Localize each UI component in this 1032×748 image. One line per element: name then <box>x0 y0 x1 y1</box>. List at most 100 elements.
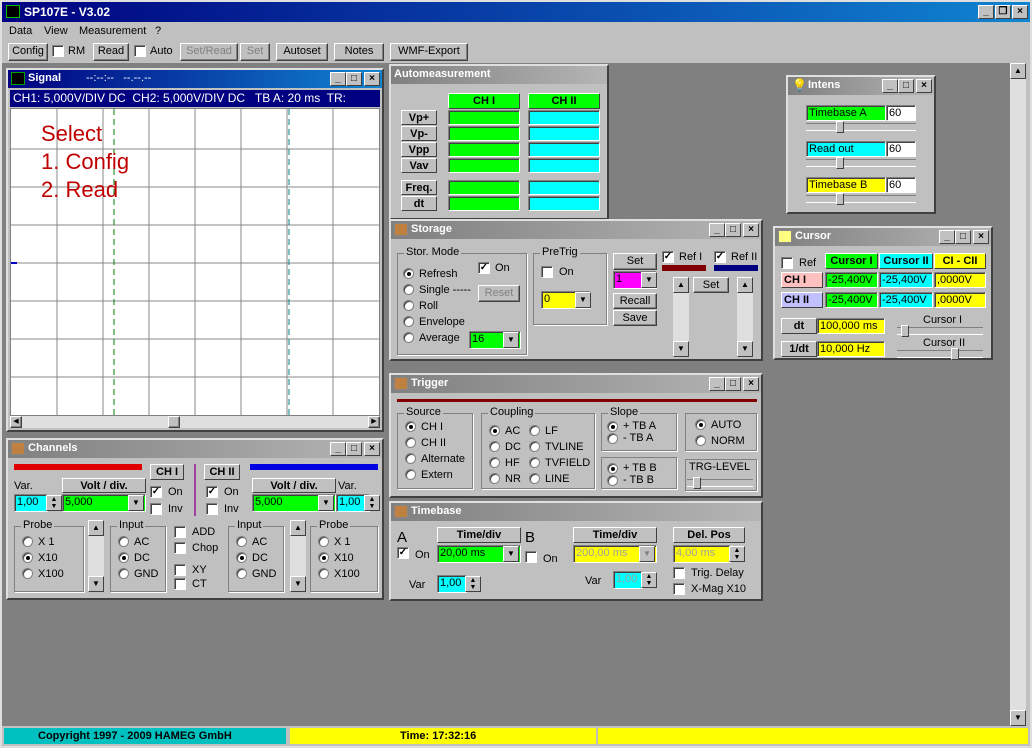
ch2-input-radio[interactable] <box>236 552 247 563</box>
ch2-var-spin-icon[interactable]: ▲ ▼ <box>364 495 380 511</box>
coupling-radio[interactable] <box>489 473 500 484</box>
ref1-scrollbar[interactable]: ▲ ▼ <box>673 277 689 357</box>
ref1-up-icon[interactable]: ▲ <box>673 277 689 293</box>
source-radio[interactable] <box>405 453 416 464</box>
menu-measurement[interactable]: Measurement <box>79 25 146 37</box>
signal-minimize-icon[interactable]: _ <box>330 72 346 86</box>
ch1-offset-scrollbar[interactable]: ▲ ▼ <box>88 520 104 592</box>
intens-value[interactable]: 60 <box>886 177 916 193</box>
timebase-b-var-spin-icon[interactable]: ▲ ▼ <box>641 572 657 588</box>
stor-mode-radio[interactable] <box>403 268 414 279</box>
cursor-ref-checkbox[interactable] <box>781 257 793 269</box>
ref-set-button[interactable]: Set <box>693 277 729 293</box>
intens-close-icon[interactable]: × <box>916 79 932 93</box>
recall-button[interactable]: Recall <box>613 293 657 309</box>
trigger-minimize-icon[interactable]: _ <box>709 377 725 391</box>
timebase-a-on-checkbox[interactable]: ✓ <box>397 547 409 559</box>
coupling-radio[interactable] <box>489 441 500 452</box>
close-icon[interactable]: × <box>1012 5 1028 19</box>
coupling-radio[interactable] <box>489 425 500 436</box>
signal-close-icon[interactable]: × <box>364 72 380 86</box>
scope-screen[interactable]: Select 1. Config 2. Read <box>10 108 380 416</box>
auto-checkbox[interactable] <box>134 45 146 57</box>
pretrig-dropdown-icon[interactable]: ▼ <box>575 292 591 308</box>
ref1-checkbox[interactable]: ✓ <box>662 251 674 263</box>
ref2-scrollbar[interactable]: ▲ ▼ <box>737 277 753 357</box>
ch2-offset-down-icon[interactable]: ▼ <box>290 576 306 592</box>
ch1-var-spin-icon[interactable]: ▲ ▼ <box>46 495 62 511</box>
slope-b-radio[interactable] <box>607 463 618 474</box>
cursor-close-icon[interactable]: × <box>973 230 989 244</box>
ch1-probe-radio[interactable] <box>22 552 33 563</box>
trig-delay-checkbox[interactable] <box>673 567 685 579</box>
del-pos-spinner[interactable]: 4,00 ms <box>673 545 731 563</box>
trigger-close-icon[interactable]: × <box>743 377 759 391</box>
ch2-on-checkbox[interactable]: ✓ <box>206 486 218 498</box>
channels-minimize-icon[interactable]: _ <box>330 442 346 456</box>
coupling-radio[interactable] <box>529 457 540 468</box>
read-button[interactable]: Read <box>93 43 129 61</box>
scroll-up-icon[interactable]: ▲ <box>1010 63 1026 79</box>
workspace-scrollbar[interactable]: ▲ ▼ <box>1010 63 1026 726</box>
intens-value[interactable]: 60 <box>886 105 916 121</box>
average-dropdown-icon[interactable]: ▼ <box>503 332 519 348</box>
autoset-button[interactable]: Autoset <box>276 43 328 61</box>
del-pos-spin-icon[interactable]: ▲ ▼ <box>729 546 745 562</box>
ch2-probe-radio[interactable] <box>318 536 329 547</box>
intens-minimize-icon[interactable]: _ <box>882 79 898 93</box>
trigger-maximize-icon[interactable]: □ <box>725 377 741 391</box>
ct-checkbox[interactable] <box>174 578 186 590</box>
slope-a-radio[interactable] <box>607 421 618 432</box>
storage-minimize-icon[interactable]: _ <box>709 223 725 237</box>
ref2-down-icon[interactable]: ▼ <box>737 341 753 357</box>
ch1-probe-radio[interactable] <box>22 568 33 579</box>
ch1-offset-down-icon[interactable]: ▼ <box>88 576 104 592</box>
signal-hscroll[interactable]: ◀ ▶ <box>10 416 380 428</box>
storage-maximize-icon[interactable]: □ <box>725 223 741 237</box>
stor-mode-radio[interactable] <box>403 300 414 311</box>
coupling-radio[interactable] <box>529 473 540 484</box>
ch2-offset-up-icon[interactable]: ▲ <box>290 520 306 536</box>
storage-set-button[interactable]: Set <box>613 253 657 270</box>
trigger-level-slider[interactable] <box>687 477 753 489</box>
slope-a-radio[interactable] <box>607 433 618 444</box>
ch2-probe-radio[interactable] <box>318 568 329 579</box>
ch1-on-checkbox[interactable]: ✓ <box>150 486 162 498</box>
source-radio[interactable] <box>405 421 416 432</box>
ref1-down-icon[interactable]: ▼ <box>673 341 689 357</box>
wmf-export-button[interactable]: WMF-Export <box>390 43 468 61</box>
channels-maximize-icon[interactable]: □ <box>346 442 362 456</box>
source-radio[interactable] <box>405 469 416 480</box>
cursor-maximize-icon[interactable]: □ <box>955 230 971 244</box>
intens-value[interactable]: 60 <box>886 141 916 157</box>
ch2-volt-dropdown-icon[interactable]: ▼ <box>318 495 334 511</box>
timebase-b-var-spinner[interactable]: 1,00 <box>613 571 643 589</box>
intens-slider[interactable] <box>806 157 916 169</box>
stor-mode-radio[interactable] <box>403 316 414 327</box>
coupling-radio[interactable] <box>529 425 540 436</box>
ref2-up-icon[interactable]: ▲ <box>737 277 753 293</box>
menu-help[interactable]: ? <box>155 25 161 37</box>
slope-b-radio[interactable] <box>607 475 618 486</box>
xy-checkbox[interactable] <box>174 564 186 576</box>
scroll-down-icon[interactable]: ▼ <box>1010 710 1026 726</box>
ch2-offset-scrollbar[interactable]: ▲ ▼ <box>290 520 306 592</box>
ch1-inv-checkbox[interactable] <box>150 503 162 515</box>
menu-data[interactable]: Data <box>9 25 32 37</box>
timebase-a-var-spinner[interactable]: 1,00 <box>437 575 467 593</box>
stor-mode-radio[interactable] <box>403 284 414 295</box>
storage-close-icon[interactable]: × <box>743 223 759 237</box>
coupling-radio[interactable] <box>489 457 500 468</box>
reset-button[interactable]: Reset <box>478 285 520 302</box>
ch1-probe-radio[interactable] <box>22 536 33 547</box>
signal-maximize-icon[interactable]: □ <box>346 72 362 86</box>
timebase-a-var-spin-icon[interactable]: ▲ ▼ <box>465 576 481 592</box>
rm-checkbox[interactable] <box>52 45 64 57</box>
add-checkbox[interactable] <box>174 526 186 538</box>
config-button[interactable]: Config <box>8 43 48 61</box>
restore-icon[interactable]: ❐ <box>995 5 1011 19</box>
timebase-a-dropdown-icon[interactable]: ▼ <box>503 546 519 562</box>
ch1-input-radio[interactable] <box>118 568 129 579</box>
save-button[interactable]: Save <box>613 310 657 326</box>
set-read-button[interactable]: Set/Read <box>180 43 238 61</box>
